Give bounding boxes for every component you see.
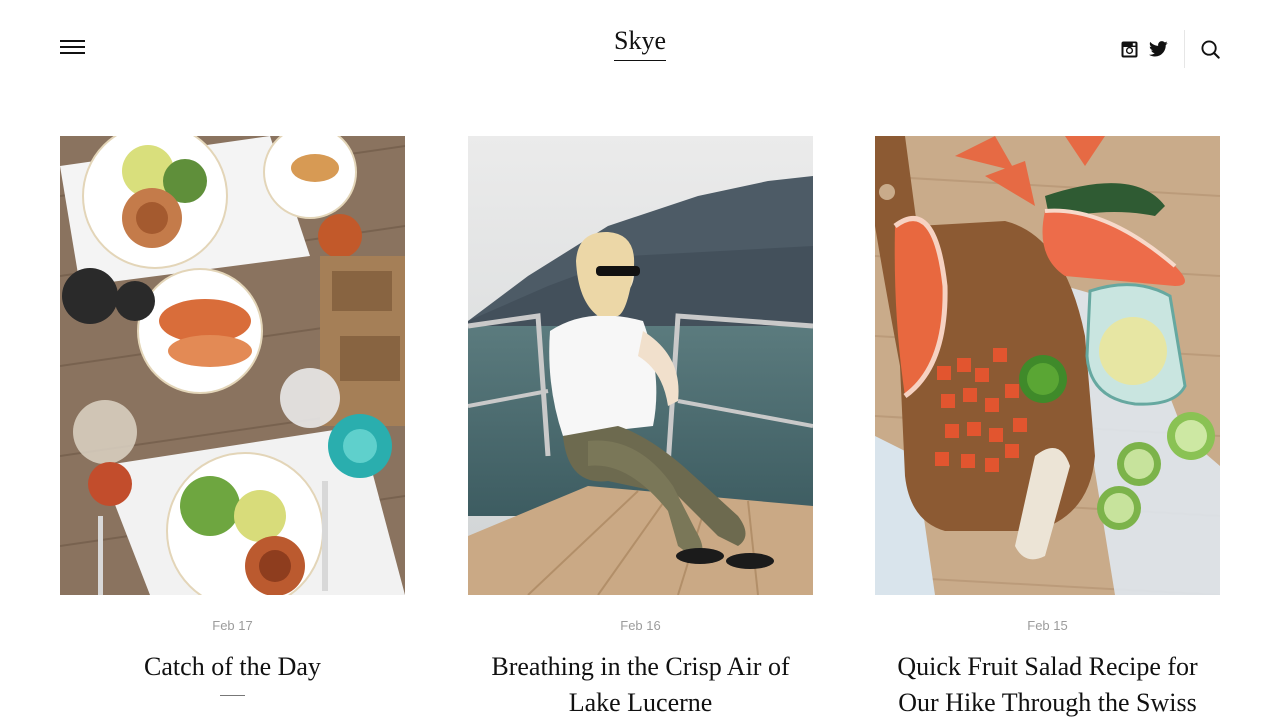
instagram-icon[interactable] [1119,39,1139,59]
search-icon[interactable] [1200,39,1220,59]
site-logo-wrap: Skye [0,26,1280,61]
post-image-fruit-salad[interactable] [875,136,1220,595]
title-divider [220,695,245,696]
twitter-icon[interactable] [1148,39,1168,59]
post-title[interactable]: Quick Fruit Salad Recipe for Our Hike Th… [875,649,1220,720]
post-image-lake-boat[interactable] [468,136,813,595]
post-card: Feb 17 Catch of the Day [60,136,405,696]
post-title[interactable]: Breathing in the Crisp Air of Lake Lucer… [468,649,813,720]
header-actions [1119,30,1220,68]
post-date: Feb 16 [620,618,661,633]
post-image-food-table[interactable] [60,136,405,595]
post-date: Feb 17 [212,618,253,633]
header-divider [1184,30,1185,68]
post-date: Feb 15 [1027,618,1068,633]
post-title[interactable]: Catch of the Day [60,649,405,685]
site-logo[interactable]: Skye [614,26,666,61]
post-card: Feb 16 Breathing in the Crisp Air of Lak… [468,136,813,720]
site-header: Skye [0,0,1280,100]
post-card: Feb 15 Quick Fruit Salad Recipe for Our … [875,136,1220,720]
